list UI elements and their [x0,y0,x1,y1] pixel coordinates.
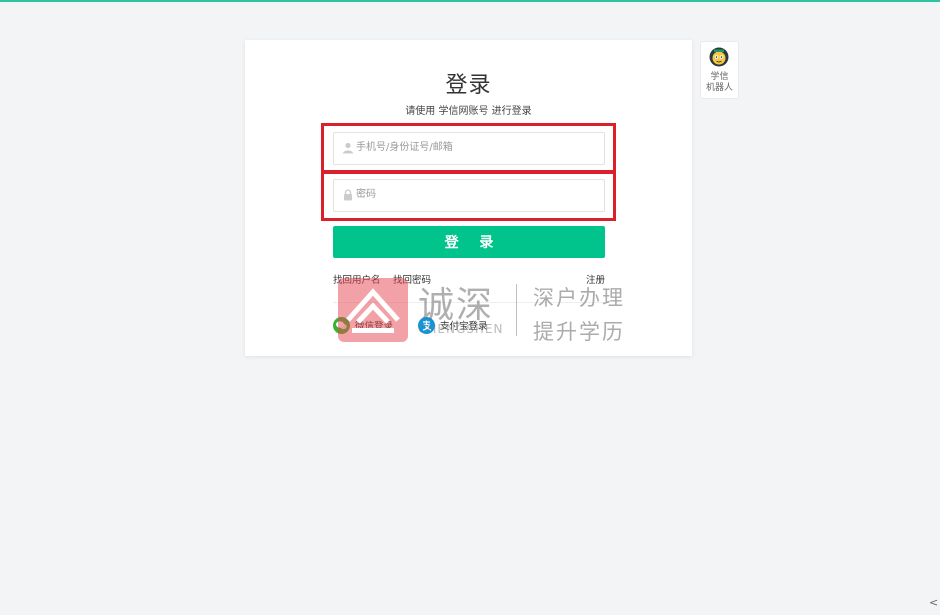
account-links: 找回用户名 找回密码 注册 [333,272,605,286]
corner-arrow-icon[interactable]: < [929,596,938,609]
highlight-box-password [321,171,616,221]
top-accent-line [0,0,940,2]
robot-icon [709,47,729,67]
wechat-icon [333,316,350,334]
robot-label: 学信 机器人 [701,72,738,94]
alipay-icon [418,316,435,334]
login-card: 登录 请使用 学信网账号 进行登录 登 录 找回用户名 找回密码 注册 微信登录 [245,40,692,356]
register-link[interactable]: 注册 [586,272,605,286]
page-subtitle: 请使用 学信网账号 进行登录 [405,106,532,117]
forgot-password-link[interactable]: 找回密码 [393,272,431,286]
wechat-login[interactable]: 微信登录 [333,316,393,334]
highlight-box-username [321,123,616,173]
login-button[interactable]: 登 录 [333,226,605,258]
robot-label-line1: 学信 [710,72,729,82]
page-title: 登录 [445,73,492,98]
divider [333,302,605,303]
wechat-login-label: 微信登录 [355,321,394,332]
alipay-login-label: 支付宝登录 [440,321,488,332]
forgot-username-link[interactable]: 找回用户名 [333,272,381,286]
robot-label-line2: 机器人 [705,83,733,93]
robot-assistant-button[interactable]: 学信 机器人 [700,41,739,99]
alipay-login[interactable]: 支付宝登录 [418,316,488,334]
